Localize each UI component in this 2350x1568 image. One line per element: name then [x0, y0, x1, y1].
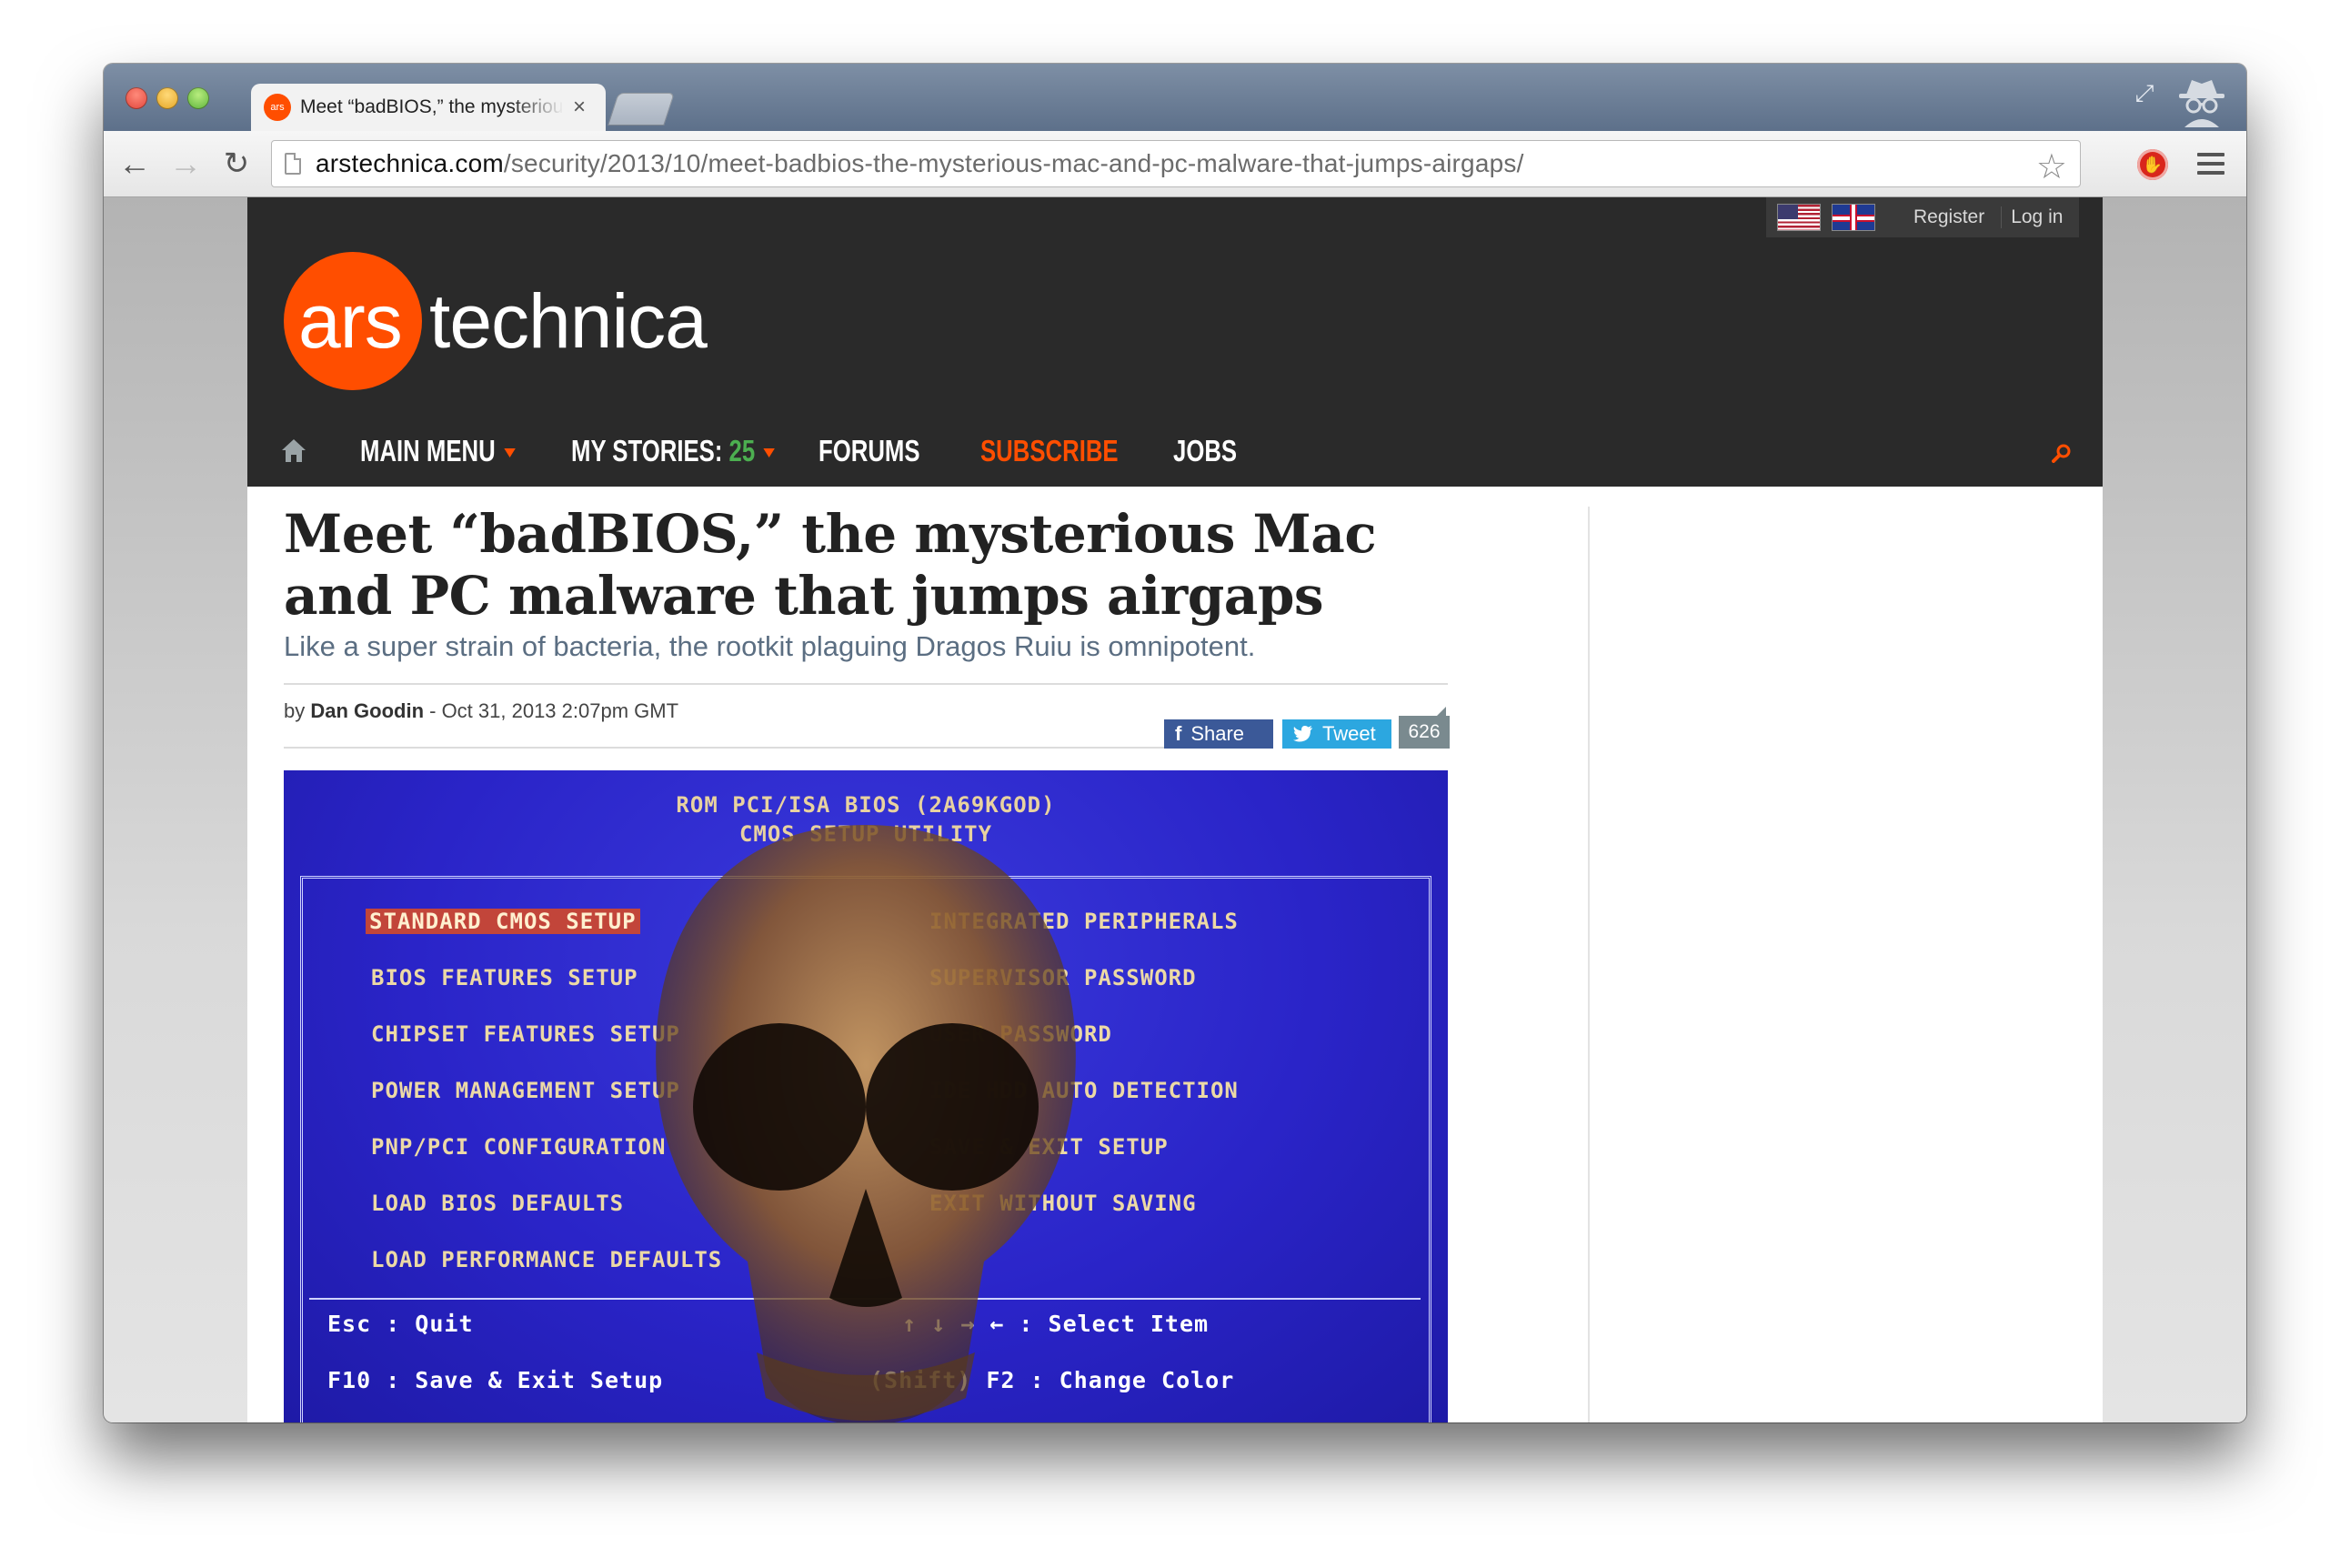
login-link[interactable]: Log in [2001, 206, 2063, 228]
new-tab-button[interactable] [608, 93, 675, 126]
fullscreen-icon[interactable]: ⤢ [2132, 80, 2157, 106]
nav-main-menu-label: MAIN MENU [360, 434, 496, 467]
nav-main-menu[interactable]: MAIN MENU [360, 434, 516, 468]
nav-forums[interactable]: FORUMS [818, 434, 920, 468]
incognito-icon [2179, 80, 2224, 127]
facebook-icon: f [1175, 722, 1182, 745]
zoom-window-button[interactable] [187, 87, 209, 109]
logo-circle: ars [284, 252, 422, 390]
nav-my-stories-label: MY STORIES: [571, 434, 723, 467]
divider [284, 747, 1175, 749]
bios-menu-item: STANDARD CMOS SETUP [366, 909, 640, 934]
byline-prefix: by [284, 699, 311, 722]
register-link[interactable]: Register [1913, 206, 1984, 228]
facebook-share-button[interactable]: f Share [1164, 719, 1273, 749]
chevron-down-icon [504, 448, 516, 458]
hamburger-menu-icon[interactable] [2197, 153, 2224, 176]
comment-count-badge[interactable]: 626 [1399, 707, 1450, 749]
sidebar-divider [1588, 507, 1590, 1422]
article-headline: Meet “badBIOS,” the mysterious Mac and P… [284, 503, 1377, 627]
url-host: arstechnica.com [316, 149, 504, 177]
article: Meet “badBIOS,” the mysterious Mac and P… [284, 487, 1450, 1422]
nav-my-stories[interactable]: MY STORIES: 25 [571, 434, 776, 468]
reload-icon[interactable]: ↻ [218, 146, 255, 182]
masthead: Register Log in ars technica MAIN MENU M… [247, 197, 2103, 487]
logo-ars-text: ars [298, 277, 403, 364]
close-window-button[interactable] [126, 87, 147, 109]
page-icon [285, 153, 301, 175]
ars-technica-logo[interactable]: ars technica [284, 252, 708, 390]
search-icon[interactable] [2052, 443, 2072, 463]
skull-illustration [656, 825, 1076, 1422]
page-viewport: Register Log in ars technica MAIN MENU M… [104, 197, 2246, 1422]
byline-row: by Dan Goodin - Oct 31, 2013 2:07pm GMT … [284, 685, 1450, 749]
twitter-share-button[interactable]: Tweet [1282, 719, 1391, 749]
dateline: - Oct 31, 2013 2:07pm GMT [424, 699, 679, 722]
author-link[interactable]: Dan Goodin [310, 699, 424, 722]
back-arrow-icon[interactable]: ← [116, 145, 153, 182]
article-hero-image: ROM PCI/ISA BIOS (2A69KGOD) CMOS SETUP U… [284, 770, 1448, 1422]
us-flag-icon[interactable] [1777, 204, 1821, 231]
ars-favicon-icon: ars [264, 94, 291, 121]
bios-menu-item: LOAD BIOS DEFAULTS [371, 1191, 625, 1216]
my-stories-count: 25 [728, 434, 756, 467]
facebook-share-label: Share [1190, 722, 1245, 745]
forward-arrow-icon[interactable]: → [167, 145, 204, 182]
nav-subscribe[interactable]: SUBSCRIBE [980, 434, 1119, 468]
browser-window: ars Meet “badBIOS,” the mysterious Mac a… [104, 64, 2246, 1422]
url-text[interactable]: arstechnica.com/security/2013/10/meet-ba… [316, 149, 1524, 178]
adblock-icon[interactable]: ✋ [2137, 149, 2168, 180]
address-bar[interactable]: arstechnica.com/security/2013/10/meet-ba… [271, 140, 2081, 187]
tab-close-icon[interactable]: × [573, 95, 586, 120]
locale-bar: Register Log in [1766, 197, 2079, 237]
minimize-window-button[interactable] [156, 87, 178, 109]
nav-jobs[interactable]: JOBS [1173, 434, 1237, 468]
byline: by Dan Goodin - Oct 31, 2013 2:07pm GMT [284, 699, 678, 723]
tab-title: Meet “badBIOS,” the mysterious Mac and P… [300, 96, 564, 117]
browser-tab-active[interactable]: ars Meet “badBIOS,” the mysterious Mac a… [251, 84, 606, 131]
home-icon[interactable] [280, 437, 307, 463]
bios-menu-item: BIOS FEATURES SETUP [371, 965, 638, 990]
article-dek: Like a super strain of bacteria, the roo… [284, 630, 1256, 662]
bios-key-hint: Esc : Quit [327, 1311, 474, 1337]
chevron-down-icon [763, 448, 776, 458]
ars-page: Register Log in ars technica MAIN MENU M… [247, 197, 2103, 1422]
url-path: /security/2013/10/meet-badbios-the-myste… [503, 149, 1524, 177]
twitter-share-label: Tweet [1322, 722, 1376, 745]
browser-toolbar: ← → ↻ arstechnica.com/security/2013/10/m… [104, 131, 2246, 197]
title-bar: ars Meet “badBIOS,” the mysterious Mac a… [104, 64, 2246, 131]
main-nav: MAIN MENU MY STORIES: 25 FORUMS SUBSCRIB… [247, 416, 2103, 487]
uk-flag-icon[interactable] [1832, 204, 1875, 231]
logo-technica-text: technica [429, 277, 708, 364]
star-icon[interactable]: ☆ [2036, 146, 2067, 187]
twitter-icon [1293, 726, 1312, 742]
